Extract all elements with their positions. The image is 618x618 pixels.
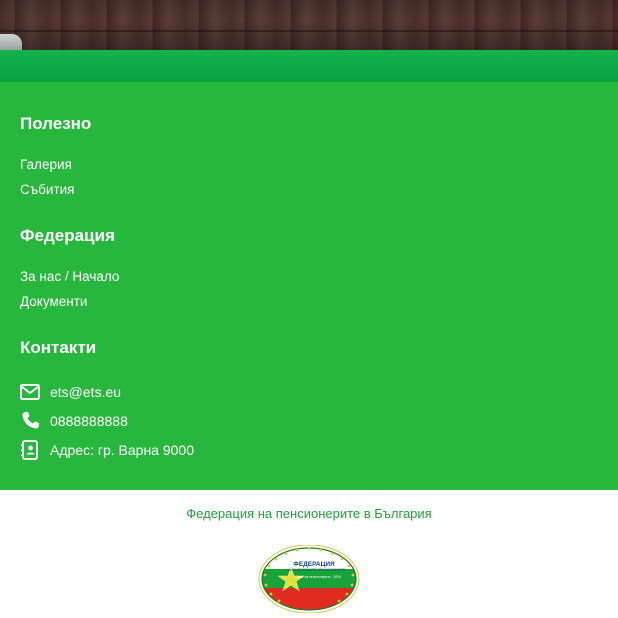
footer-section-federation: Федерация За нас / Начало Документи xyxy=(20,226,119,314)
section-heading-contacts: Контакти xyxy=(20,338,97,357)
footer-bottom: Федерация на пенсионерите в България ФЕД… xyxy=(0,490,618,618)
footer-section-contacts: Контакти ets@ets.eu 0888888888 Адрес: гр… xyxy=(20,338,194,464)
federation-links: За нас / Начало Документи xyxy=(20,264,119,314)
contact-address: Адрес: гр. Варна 9000 xyxy=(20,435,194,464)
contact-email-text: ets@ets.eu xyxy=(50,383,122,400)
contact-address-text: Адрес: гр. Варна 9000 xyxy=(50,441,194,458)
link-about-home[interactable]: За нас / Начало xyxy=(20,264,119,289)
envelope-icon xyxy=(20,382,40,402)
footer-main: Полезно Галерия Събития Федерация За нас… xyxy=(0,82,618,496)
contact-email[interactable]: ets@ets.eu xyxy=(20,377,194,406)
section-heading-useful: Полезно xyxy=(20,114,92,133)
section-heading-federation: Федерация xyxy=(20,226,115,245)
footer-tagline: Федерация на пенсионерите в България xyxy=(186,506,432,521)
hero-brick-seam xyxy=(0,30,618,32)
hero-ledge xyxy=(0,34,22,50)
contact-phone[interactable]: 0888888888 xyxy=(20,406,194,435)
green-divider-band xyxy=(0,50,618,82)
link-events[interactable]: Събития xyxy=(20,177,91,202)
phone-icon xyxy=(20,411,40,431)
useful-links: Галерия Събития xyxy=(20,152,91,202)
address-book-icon xyxy=(20,439,40,460)
federation-logo[interactable]: ФЕДЕРАЦИЯ НА БЪЛГАРСКИТЕ ПЕНСИОНЕРИТЕ Съ… xyxy=(258,544,360,614)
svg-text:ФЕДЕРАЦИЯ: ФЕДЕРАЦИЯ xyxy=(293,561,335,568)
link-gallery[interactable]: Галерия xyxy=(20,152,91,177)
svg-text:НА БЪЛГАРСКИТЕ ПЕНСИОНЕРИТЕ: НА БЪЛГАРСКИТЕ ПЕНСИОНЕРИТЕ xyxy=(286,568,346,572)
link-documents[interactable]: Документи xyxy=(20,289,119,314)
hero-image-strip xyxy=(0,0,618,50)
svg-text:Съюз на пенсионерите - 2004: Съюз на пенсионерите - 2004 xyxy=(295,575,341,579)
contact-phone-text: 0888888888 xyxy=(50,412,128,429)
footer-section-useful: Полезно Галерия Събития xyxy=(20,114,91,202)
contact-list: ets@ets.eu 0888888888 Адрес: гр. Варна 9… xyxy=(20,377,194,464)
